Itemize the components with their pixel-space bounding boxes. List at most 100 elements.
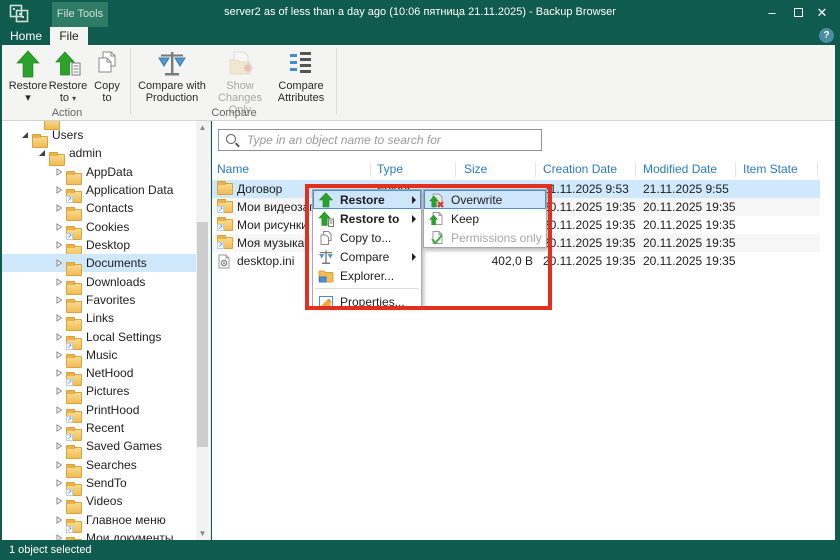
restore-to-button[interactable]: Restore to ▾ — [48, 48, 88, 108]
collapsed-arrow-icon[interactable] — [52, 275, 66, 289]
tree-item-label: Users — [49, 128, 83, 142]
collapsed-arrow-icon[interactable] — [52, 458, 66, 472]
tree-item-videos[interactable]: Videos — [2, 492, 198, 510]
copy-to-button[interactable]: Copy to — [88, 48, 126, 108]
status-text: 1 object selected — [9, 544, 92, 556]
restore-icon — [8, 50, 48, 80]
menu-item-restore-to[interactable]: Restore to — [313, 209, 421, 228]
tab-file[interactable]: File — [50, 27, 88, 45]
column-name[interactable]: Name — [217, 162, 249, 176]
tree-item-downloads[interactable]: Downloads — [2, 273, 198, 291]
tree-item-desktop[interactable]: Desktop — [2, 236, 198, 254]
collapsed-arrow-icon[interactable] — [52, 256, 66, 270]
collapsed-arrow-icon[interactable] — [52, 403, 66, 417]
tree-item-application-data[interactable]: ↗Application Data — [2, 181, 198, 199]
column-itemstate[interactable]: Item State — [743, 162, 798, 176]
menu-item-restore[interactable]: Restore — [313, 190, 421, 209]
submenu-item-overwrite[interactable]: Overwrite — [424, 190, 546, 209]
tree-item-contacts[interactable]: Contacts — [2, 199, 198, 217]
collapsed-arrow-icon[interactable] — [52, 513, 66, 527]
expanded-arrow-icon[interactable] — [18, 128, 32, 142]
tree-item-nethood[interactable]: ↗NetHood — [2, 364, 198, 382]
tree-item-cookies[interactable]: ↗Cookies — [2, 218, 198, 236]
submenu-item-keep[interactable]: Keep — [424, 209, 546, 228]
compare-with-production-button[interactable]: Compare with Production — [134, 48, 210, 108]
tree-item-music[interactable]: Music — [2, 346, 198, 364]
menu-item-compare[interactable]: Compare — [313, 247, 421, 266]
collapsed-arrow-icon[interactable] — [52, 201, 66, 215]
tree-item-мои-документы[interactable]: ↗Мои документы — [2, 529, 198, 540]
search-input[interactable]: Type in an object name to search for — [218, 129, 542, 151]
tree-item-local-settings[interactable]: ↗Local Settings — [2, 328, 198, 346]
tree-item-searches[interactable]: Searches — [2, 456, 198, 474]
ribbon-tabstrip: Home File ? — [0, 27, 840, 45]
collapsed-arrow-icon[interactable] — [52, 293, 66, 307]
menu-item-explorer-[interactable]: Explorer... — [313, 266, 421, 285]
cell-name: desktop.ini — [237, 254, 294, 268]
collapsed-arrow-icon[interactable] — [52, 476, 66, 490]
tree-item-label: admin — [66, 146, 102, 160]
collapsed-arrow-icon[interactable] — [52, 238, 66, 252]
menu-item-properties-[interactable]: Properties... — [313, 292, 421, 311]
tree-item-saved-games[interactable]: Saved Games — [2, 437, 198, 455]
tree-item-users[interactable]: Users — [2, 126, 198, 144]
collapsed-arrow-icon[interactable] — [52, 494, 66, 508]
cell-name: Мои рисунки — [237, 218, 308, 232]
collapsed-arrow-icon[interactable] — [52, 165, 66, 179]
collapsed-arrow-icon[interactable] — [52, 439, 66, 453]
tree-item-printhood[interactable]: ↗PrintHood — [2, 401, 198, 419]
menu-item-copy-to-[interactable]: Copy to... — [313, 228, 421, 247]
minimize-button[interactable]: – — [760, 0, 784, 26]
collapsed-arrow-icon[interactable] — [52, 220, 66, 234]
column-created[interactable]: Creation Date — [543, 162, 617, 176]
scroll-down-icon[interactable]: ▼ — [196, 527, 209, 540]
tree-item-partial[interactable] — [2, 121, 198, 126]
status-bar: 1 object selected — [0, 540, 840, 560]
collapsed-arrow-icon[interactable] — [52, 366, 66, 380]
cell-size: 402,0 B — [455, 254, 533, 268]
tree-item-label: Главное меню — [83, 513, 166, 527]
backup-browser-window: File Tools server2 as of less than a day… — [0, 0, 840, 560]
compare-attributes-button[interactable]: Compare Attributes — [270, 48, 332, 108]
collapsed-arrow-icon[interactable] — [52, 311, 66, 325]
tree-item-главное-меню[interactable]: ↗Главное меню — [2, 511, 198, 529]
restore-label: Restore — [8, 80, 48, 92]
column-modified[interactable]: Modified Date — [643, 162, 717, 176]
collapsed-arrow-icon[interactable] — [52, 183, 66, 197]
tree-item-label: Saved Games — [83, 439, 162, 453]
column-size[interactable]: Size — [464, 162, 487, 176]
tree-item-favorites[interactable]: Favorites — [2, 291, 198, 309]
collapsed-arrow-icon[interactable] — [52, 348, 66, 362]
tree-item-sendto[interactable]: ↗SendTo — [2, 474, 198, 492]
collapsed-arrow-icon[interactable] — [52, 330, 66, 344]
folder-shortcut-icon: ↗ — [217, 237, 233, 249]
expanded-arrow-icon[interactable] — [35, 146, 49, 160]
ribbon-separator — [336, 48, 337, 114]
tree-item-admin[interactable]: admin — [2, 144, 198, 162]
tree-item-links[interactable]: Links — [2, 309, 198, 327]
restore-button[interactable]: Restore ▾ — [8, 48, 48, 108]
tree-item-documents[interactable]: Documents — [2, 254, 198, 272]
column-type[interactable]: Type — [377, 162, 403, 176]
pane-divider[interactable] — [210, 121, 211, 540]
tab-home[interactable]: Home — [2, 27, 50, 45]
tree-item-recent[interactable]: ↗Recent — [2, 419, 198, 437]
tree-item-label: NetHood — [83, 366, 133, 380]
tree-item-pictures[interactable]: Pictures — [2, 382, 198, 400]
explorer-icon — [318, 268, 334, 284]
collapsed-arrow-icon[interactable] — [52, 531, 66, 540]
ribbon-separator — [130, 48, 131, 114]
tree-item-appdata[interactable]: AppData — [2, 163, 198, 181]
submenu-item-permissions-only[interactable]: Permissions only — [424, 228, 546, 247]
list-row-5[interactable]: desktop.ini402,0 B20.11.2025 19:3520.11.… — [212, 252, 820, 270]
tree-scrollbar[interactable]: ▲ ▼ — [196, 121, 209, 540]
menu-item-label: Restore — [340, 193, 385, 207]
scrollbar-thumb[interactable] — [197, 222, 208, 447]
maximize-button[interactable] — [786, 0, 810, 26]
close-button[interactable]: ✕ — [810, 0, 834, 26]
tree-item-label: Мои документы — [83, 531, 173, 540]
help-button[interactable]: ? — [819, 28, 834, 43]
tree-item-label: Favorites — [83, 293, 135, 307]
collapsed-arrow-icon[interactable] — [52, 421, 66, 435]
collapsed-arrow-icon[interactable] — [52, 384, 66, 398]
